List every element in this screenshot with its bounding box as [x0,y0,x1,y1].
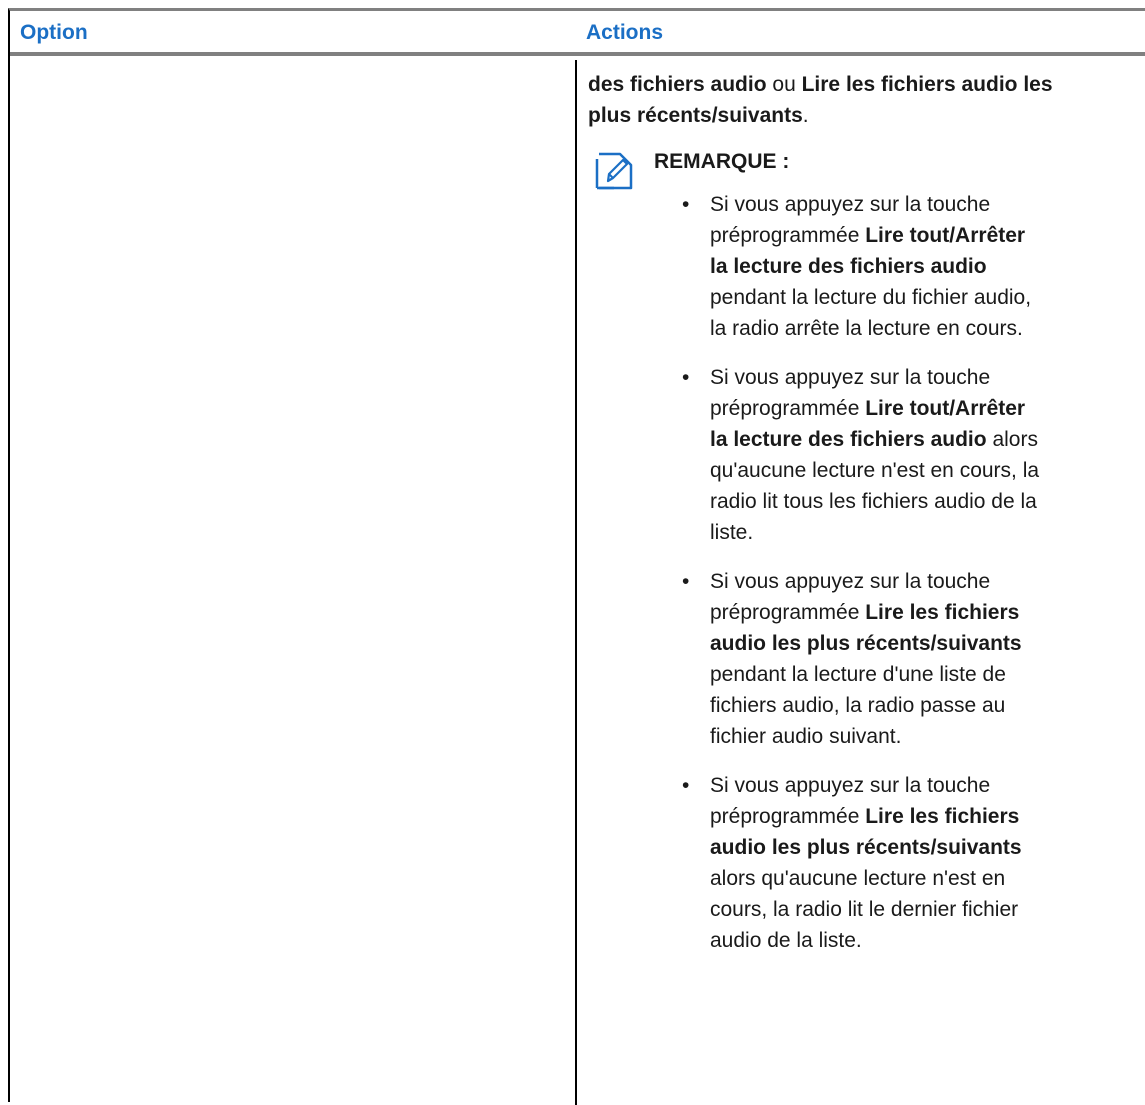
note-item-post: pendant la lecture du fichier audio, la … [710,286,1032,340]
lead-text-2: . [802,104,809,127]
note-item-post: pendant la lecture d'une liste de fichie… [710,663,1006,748]
note-block: REMARQUE : • Si vous appuyez sur la touch… [588,149,1058,956]
header-option: Option [20,21,88,44]
note-item: • Si vous appuyez sur la touche préprogra… [654,566,1048,752]
table-header-row: Option Actions [10,11,1145,56]
lead-bold-1: des fichiers audio [588,73,767,96]
note-list: • Si vous appuyez sur la touche préprogra… [654,189,1058,956]
note-pencil-icon [594,151,634,191]
note-title: REMARQUE : [654,150,790,173]
column-divider [575,60,577,1105]
header-actions: Actions [586,21,664,44]
note-item-post: alors qu'aucune lecture n'est en cours, … [710,867,1019,952]
bullet: • [682,774,690,797]
bullet: • [682,366,690,389]
actions-lead-text: des fichiers audio ou Lire les fichiers … [588,69,1058,131]
note-item: • Si vous appuyez sur la touche préprogra… [654,189,1048,344]
bullet: • [682,570,690,593]
actions-cell: des fichiers audio ou Lire les fichiers … [588,69,1058,974]
note-item: • Si vous appuyez sur la touche préprogra… [654,362,1048,548]
lead-text-1: ou [766,73,802,96]
note-item: • Si vous appuyez sur la touche préprogra… [654,770,1048,956]
bullet: • [682,193,690,216]
options-table: Option Actions des fichiers audio ou Lir… [8,8,1145,1105]
